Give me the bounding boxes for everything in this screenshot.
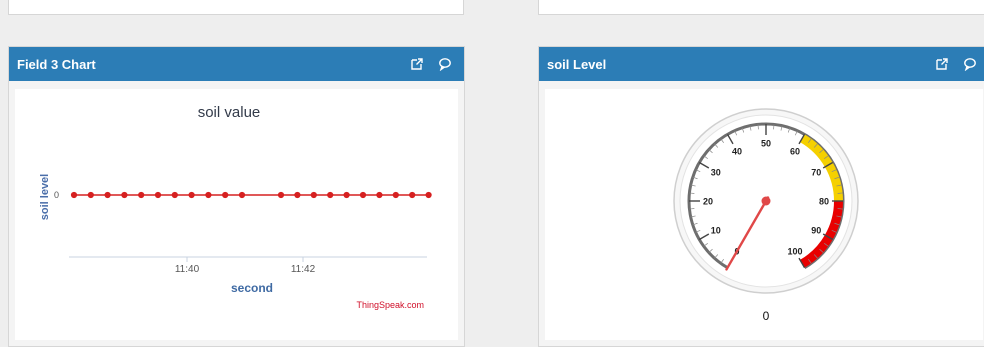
chart-title: soil value bbox=[198, 104, 261, 121]
data-point[interactable] bbox=[188, 191, 195, 199]
gauge-tick-label: 80 bbox=[819, 197, 829, 207]
widget-header: soil Level bbox=[539, 47, 984, 81]
data-point[interactable] bbox=[392, 191, 399, 199]
external-link-icon[interactable] bbox=[410, 57, 424, 71]
data-point[interactable] bbox=[70, 191, 78, 199]
x-tick-label: 11:40 bbox=[175, 264, 200, 275]
line-chart: soil value soil level second ThingSpeak.… bbox=[15, 89, 458, 340]
line-chart-svg: soil value soil level second ThingSpeak.… bbox=[39, 104, 432, 310]
widget-title: Field 3 Chart bbox=[17, 56, 96, 72]
data-point[interactable] bbox=[87, 191, 94, 199]
data-point[interactable] bbox=[171, 191, 178, 199]
gauge-tick-label: 10 bbox=[711, 226, 721, 236]
data-point[interactable] bbox=[222, 191, 229, 199]
external-link-icon[interactable] bbox=[935, 57, 949, 71]
gauge-area: 0102030405060708090100 0 bbox=[545, 89, 983, 340]
data-point[interactable] bbox=[205, 191, 212, 199]
data-point[interactable] bbox=[121, 191, 128, 199]
data-point[interactable] bbox=[409, 191, 416, 199]
gauge-tick-label: 20 bbox=[703, 197, 713, 207]
gauge-tick-label: 70 bbox=[811, 168, 821, 178]
widget-header: Field 3 Chart bbox=[9, 47, 464, 81]
data-point[interactable] bbox=[376, 191, 383, 199]
data-point[interactable] bbox=[238, 191, 246, 199]
data-point[interactable] bbox=[343, 191, 350, 199]
field-chart-widget: Field 3 Chart soil value soil level seco… bbox=[8, 46, 465, 347]
gauge-tick-label: 40 bbox=[732, 146, 742, 156]
data-point[interactable] bbox=[294, 191, 301, 199]
soil-level-widget: soil Level 0102030405060708090100 0 bbox=[538, 46, 984, 347]
comment-icon[interactable] bbox=[438, 57, 452, 71]
data-point[interactable] bbox=[104, 191, 111, 199]
gauge-tick-label: 100 bbox=[787, 247, 802, 257]
data-point[interactable] bbox=[425, 191, 432, 199]
gauge-tick-label: 90 bbox=[811, 226, 821, 236]
x-tick-label: 11:42 bbox=[291, 264, 316, 275]
gauge-tick-label: 50 bbox=[761, 139, 771, 149]
data-point[interactable] bbox=[359, 191, 367, 199]
gauge-needle-pivot bbox=[761, 196, 771, 206]
widget-top-left-partial bbox=[8, 0, 464, 15]
y-axis-label: soil level bbox=[39, 174, 51, 220]
data-point[interactable] bbox=[310, 191, 317, 199]
gauge-svg: 0102030405060708090100 0 bbox=[673, 108, 859, 323]
data-point[interactable] bbox=[327, 191, 334, 199]
data-point[interactable] bbox=[138, 191, 145, 199]
gauge-tick-label: 30 bbox=[711, 168, 721, 178]
widget-top-right-partial bbox=[538, 0, 984, 15]
gauge-tick-label: 60 bbox=[790, 146, 800, 156]
x-axis-label: second bbox=[231, 281, 273, 295]
comment-icon[interactable] bbox=[963, 57, 977, 71]
thingspeak-credit[interactable]: ThingSpeak.com bbox=[356, 300, 424, 310]
data-point[interactable] bbox=[154, 191, 162, 199]
data-point[interactable] bbox=[277, 191, 285, 199]
gauge-value-label: 0 bbox=[763, 309, 770, 323]
y-tick-label: 0 bbox=[54, 190, 59, 200]
widget-title: soil Level bbox=[547, 56, 607, 72]
